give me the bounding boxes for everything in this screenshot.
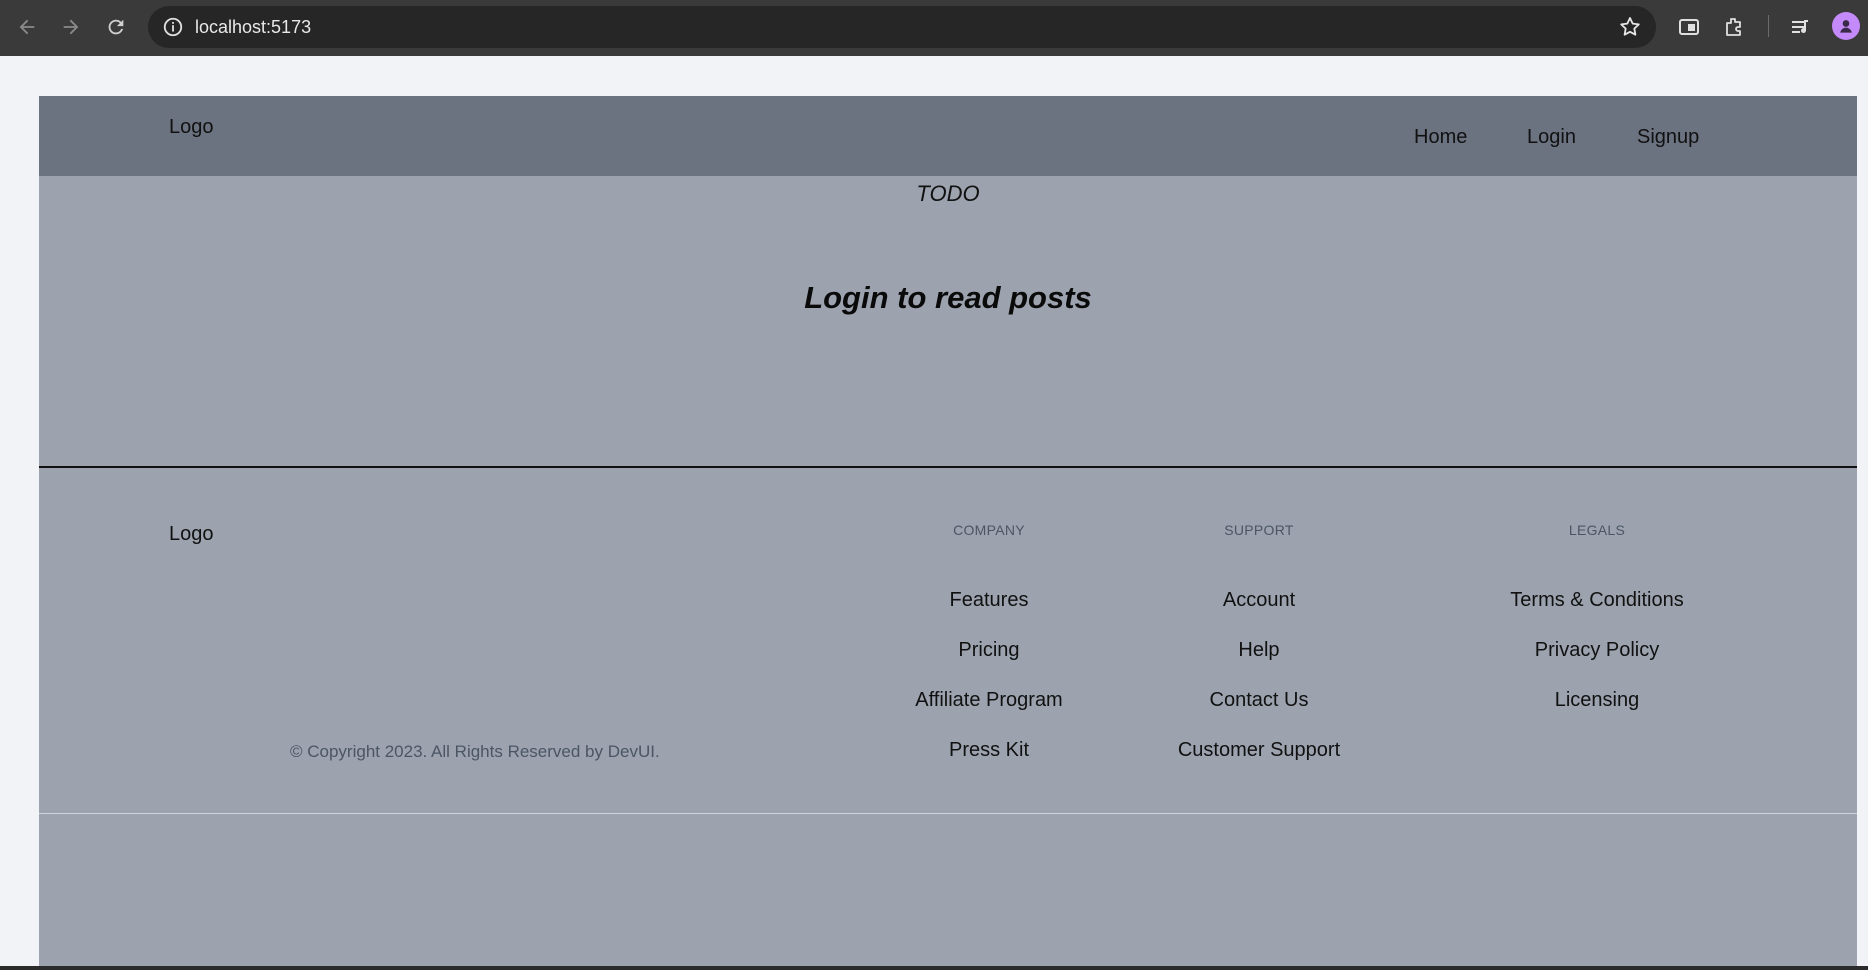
site-header: Logo Home Login Signup	[39, 96, 1857, 176]
footer-link-pricing[interactable]: Pricing	[849, 638, 1129, 688]
extensions-icon[interactable]	[1720, 13, 1748, 41]
footer-logo[interactable]: Logo	[169, 523, 214, 546]
login-prompt-heading: Login to read posts	[804, 280, 1092, 315]
media-queue-icon[interactable]	[1787, 13, 1815, 41]
footer-link-press-kit[interactable]: Press Kit	[849, 738, 1129, 788]
todo-label: TODO	[916, 181, 980, 206]
footer-link-customer-support[interactable]: Customer Support	[1119, 738, 1399, 788]
footer-column-company: COMPANY Features Pricing Affiliate Progr…	[849, 520, 1129, 788]
copyright-text: © Copyright 2023. All Rights Reserved by…	[290, 742, 660, 761]
nav-link-login[interactable]: Login	[1527, 126, 1576, 149]
toolbar-divider	[1768, 15, 1769, 37]
footer-column-title: COMPANY	[953, 522, 1025, 538]
address-bar[interactable]: localhost:5173	[148, 6, 1656, 48]
footer-link-features[interactable]: Features	[849, 588, 1129, 638]
main-content: TODO Login to read posts	[39, 176, 1857, 468]
footer-link-affiliate-program[interactable]: Affiliate Program	[849, 688, 1129, 738]
side-panel-icon[interactable]	[1675, 13, 1703, 41]
footer-column-legals: LEGALS Terms & Conditions Privacy Policy…	[1457, 520, 1737, 738]
nav-link-signup[interactable]: Signup	[1637, 126, 1699, 149]
profile-avatar-icon[interactable]	[1832, 12, 1860, 40]
footer-column-title: LEGALS	[1568, 522, 1626, 538]
nav-link-home[interactable]: Home	[1414, 126, 1467, 149]
header-logo[interactable]: Logo	[169, 116, 214, 139]
footer-link-account[interactable]: Account	[1119, 588, 1399, 638]
forward-icon[interactable]	[56, 12, 86, 42]
bookmark-star-icon[interactable]	[1618, 15, 1642, 39]
footer-column-title: SUPPORT	[1224, 522, 1294, 538]
footer-column-support: SUPPORT Account Help Contact Us Customer…	[1119, 520, 1399, 788]
browser-toolbar: localhost:5173	[0, 0, 1868, 56]
reload-icon[interactable]	[101, 12, 131, 42]
site-footer: Logo © Copyright 2023. All Rights Reserv…	[39, 468, 1857, 814]
back-icon[interactable]	[12, 12, 42, 42]
footer-link-help[interactable]: Help	[1119, 638, 1399, 688]
footer-link-privacy-policy[interactable]: Privacy Policy	[1457, 638, 1737, 688]
page-container: Logo Home Login Signup TODO Login to rea…	[39, 96, 1857, 970]
window-bottom-edge	[0, 966, 1868, 970]
url-text: localhost:5173	[195, 17, 312, 37]
footer-link-licensing[interactable]: Licensing	[1457, 688, 1737, 738]
footer-link-contact-us[interactable]: Contact Us	[1119, 688, 1399, 738]
footer-link-terms[interactable]: Terms & Conditions	[1457, 588, 1737, 638]
site-info-icon[interactable]	[162, 16, 184, 38]
